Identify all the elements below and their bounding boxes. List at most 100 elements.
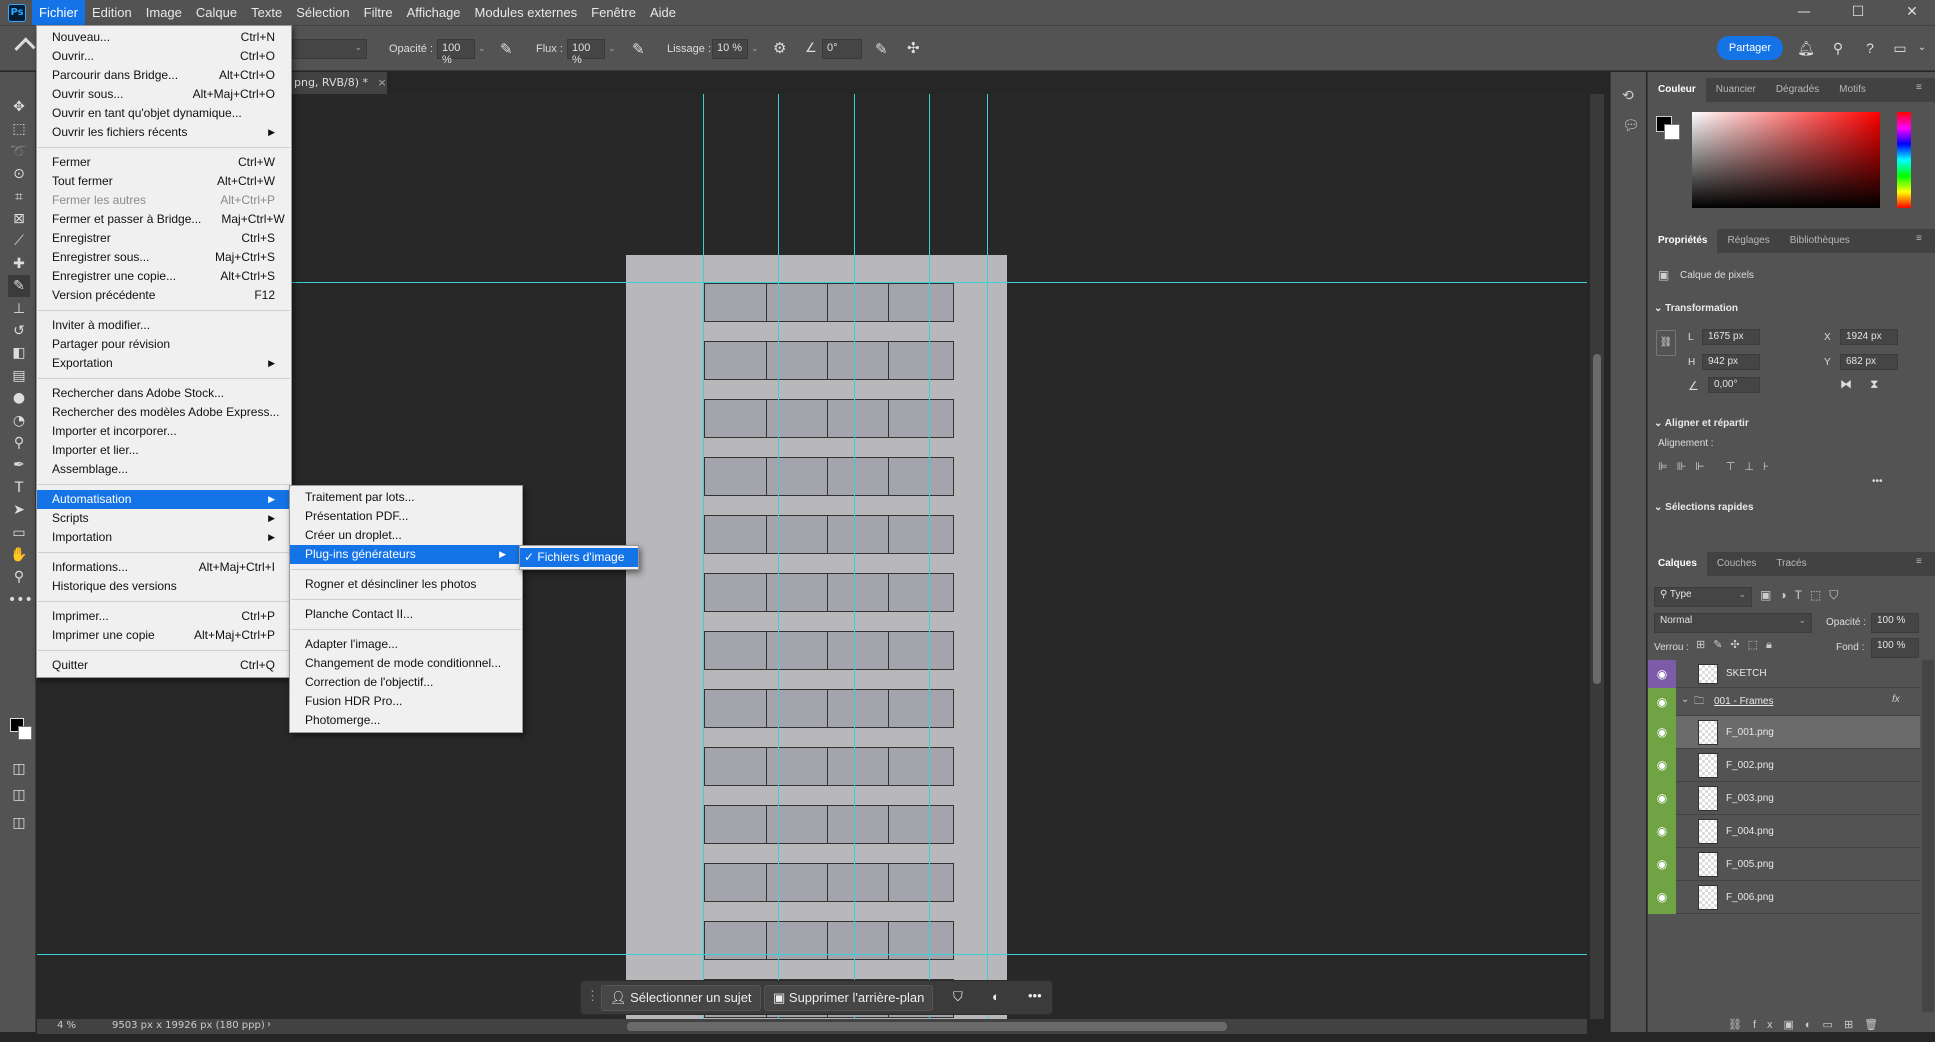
panel-menu-icon[interactable]: ≡ xyxy=(1916,82,1922,93)
menu-item-fermer-et-passer-a-bridge[interactable]: Fermer et passer à Bridge... Maj+Ctrl+W xyxy=(37,210,291,229)
frame-swap-icon[interactable]: ◫ xyxy=(8,812,30,834)
select-subject-button[interactable]: 👤︎ Sélectionner un sujet xyxy=(601,985,761,1011)
menu-calque[interactable]: Calque xyxy=(189,0,244,25)
blur-tool-icon[interactable]: ● xyxy=(8,387,30,409)
menu-item-imprimer-une-copie[interactable]: Imprimer une copie Alt+Maj+Ctrl+P xyxy=(37,626,291,645)
fill-input[interactable]: 100 % xyxy=(1871,638,1919,658)
preset-picker[interactable]: ⌄ xyxy=(292,39,367,59)
search-icon[interactable]: ⚲ xyxy=(1828,38,1848,58)
menu-item-parcourir-dans-bridge[interactable]: Parcourir dans Bridge... Alt+Ctrl+O xyxy=(37,66,291,85)
tab-bibliotheques[interactable]: Bibliothèques xyxy=(1780,229,1860,253)
move-tool-icon[interactable]: ✥ xyxy=(8,96,30,118)
chevron-down-icon[interactable]: ⌄ xyxy=(608,43,616,54)
layer-filter-select[interactable]: ⚲ Type ⌄ xyxy=(1654,587,1752,607)
mask-icon[interactable]: ◐ xyxy=(992,989,1000,1004)
layer-row[interactable]: ◉ F_005.png xyxy=(1648,848,1920,881)
home-icon[interactable] xyxy=(14,37,36,59)
flip-vertical-icon[interactable]: ⧗ xyxy=(1870,377,1878,392)
menu-item-adapter-l-image[interactable]: Adapter l'image... xyxy=(290,635,522,654)
tab-couches[interactable]: Couches xyxy=(1707,552,1766,576)
zoom-tool-icon[interactable]: ⚲ xyxy=(8,566,30,588)
layers-scrollbar[interactable] xyxy=(1922,660,1934,1012)
history-brush-icon[interactable]: ↺ xyxy=(8,320,30,342)
layer-row[interactable]: ◉ ⌄ 🗀︎ fx 001 - Frames xyxy=(1648,688,1920,716)
eyedropper-tool-icon[interactable]: ⟋ xyxy=(8,230,30,252)
drag-handle-icon[interactable]: ⋮ xyxy=(586,988,599,1004)
menu-item-inviter-a-modifier[interactable]: Inviter à modifier... xyxy=(37,316,291,335)
menu-item-ouvrir-en-tant-qu-objet-dynamique[interactable]: Ouvrir en tant qu'objet dynamique... xyxy=(37,104,291,123)
comments-icon[interactable]: 💬︎ xyxy=(1622,118,1640,134)
layer-action-icons[interactable]: ⛓fx▣◐▭⊞🗑︎ xyxy=(1728,1018,1889,1031)
pen-tool-icon[interactable]: ✒ xyxy=(8,454,30,476)
menu-item-rechercher-des-modeles-adobe-express[interactable]: Rechercher des modèles Adobe Express... xyxy=(37,403,291,422)
flow-input[interactable]: 100 % xyxy=(567,39,605,66)
frame-tool-icon[interactable]: ⊠ xyxy=(8,208,30,230)
menu-item-automatisation[interactable]: Automatisation ▶ xyxy=(37,490,291,509)
more-icon[interactable]: ••• xyxy=(1872,476,1883,487)
marquee-tool-icon[interactable]: ⬚ xyxy=(8,118,30,140)
menu-item-fusion-hdr-pro[interactable]: Fusion HDR Pro... xyxy=(290,692,522,711)
gear-icon[interactable]: ⚙ xyxy=(773,39,786,57)
menu-item-tout-fermer[interactable]: Tout fermer Alt+Ctrl+W xyxy=(37,172,291,191)
menu-texte[interactable]: Texte xyxy=(244,0,289,25)
pressure-size-icon[interactable]: ✎ xyxy=(875,40,888,58)
zoom-level[interactable]: 4 % xyxy=(57,1020,76,1031)
help-icon[interactable]: ? xyxy=(1860,38,1880,58)
tab-motifs[interactable]: Motifs xyxy=(1829,78,1876,102)
background-color-swatch[interactable] xyxy=(1664,124,1680,140)
layer-row[interactable]: ◉ F_001.png xyxy=(1648,716,1920,749)
chevron-down-icon[interactable]: ⌄ xyxy=(1912,38,1932,58)
chevron-down-icon[interactable]: ⌄ xyxy=(751,43,759,54)
tab-couleur[interactable]: Couleur xyxy=(1648,78,1706,102)
rectangle-tool-icon[interactable]: ▭ xyxy=(8,522,30,544)
document-tab[interactable]: png, RVB/8) * × xyxy=(292,72,387,94)
blend-mode-select[interactable]: Normal ⌄ xyxy=(1654,613,1812,633)
link-icon[interactable]: ⛓ xyxy=(1656,330,1676,356)
pressure-opacity-icon[interactable]: ✎ xyxy=(500,40,513,58)
type-tool-icon[interactable]: T xyxy=(8,477,30,499)
eye-icon[interactable]: ◉ xyxy=(1648,688,1676,716)
lasso-tool-icon[interactable]: ➰ xyxy=(8,141,30,163)
menu-item-enregistrer[interactable]: Enregistrer Ctrl+S xyxy=(37,229,291,248)
menu-fenetre[interactable]: Fenêtre xyxy=(584,0,643,25)
chevron-right-icon[interactable]: › xyxy=(267,1019,271,1030)
eye-icon[interactable]: ◉ xyxy=(1648,848,1676,881)
menu-item-nouveau[interactable]: Nouveau... Ctrl+N xyxy=(37,28,291,47)
menu-item-correction-de-l-objectif[interactable]: Correction de l'objectif... xyxy=(290,673,522,692)
eye-icon[interactable]: ◉ xyxy=(1648,782,1676,815)
more-icon[interactable]: ••• xyxy=(1028,988,1042,1003)
tab-traces[interactable]: Tracés xyxy=(1766,552,1816,576)
rotation-input[interactable]: 0,00° xyxy=(1708,377,1760,393)
menu-item-ouvrir-les-fichiers-recents[interactable]: Ouvrir les fichiers récents ▶ xyxy=(37,123,291,142)
eye-icon[interactable]: ◉ xyxy=(1648,749,1676,782)
menu-item-rogner-et-desincliner-les-photos[interactable]: Rogner et désincliner les photos xyxy=(290,575,522,594)
crop-tool-icon[interactable]: ⌗ xyxy=(8,186,30,208)
chevron-down-icon[interactable]: ⌄ xyxy=(478,43,486,54)
tab-degrades[interactable]: Dégradés xyxy=(1766,78,1829,102)
layer-row[interactable]: ◉ F_004.png xyxy=(1648,815,1920,848)
layer-filter-icons[interactable]: ▣◑T⬚⛉ xyxy=(1760,588,1846,603)
menu-item-informations[interactable]: Informations... Alt+Maj+Ctrl+I xyxy=(37,558,291,577)
eye-icon[interactable]: ◉ xyxy=(1648,660,1676,688)
brush-tool-icon[interactable]: ✎ xyxy=(8,275,30,298)
menu-item-importer-et-lier[interactable]: Importer et lier... xyxy=(37,441,291,460)
menu-item-enregistrer-sous[interactable]: Enregistrer sous... Maj+Ctrl+S xyxy=(37,248,291,267)
tab-calques[interactable]: Calques xyxy=(1648,552,1707,576)
maximize-button[interactable]: ☐ xyxy=(1835,0,1881,25)
align-section[interactable]: ⌄ Aligner et répartir xyxy=(1654,418,1749,429)
tab-nuancier[interactable]: Nuancier xyxy=(1706,78,1766,102)
menu-item-planche-contact-ii[interactable]: Planche Contact II... xyxy=(290,605,522,624)
gradient-tool-icon[interactable]: ▤ xyxy=(8,365,30,387)
clone-stamp-icon[interactable]: ⊥ xyxy=(8,298,30,320)
color-field[interactable] xyxy=(1692,112,1880,208)
menu-item-image-assets[interactable]: ✓ Fichiers d'image xyxy=(520,548,638,567)
menu-selection[interactable]: Sélection xyxy=(289,0,356,25)
close-tab-icon[interactable]: × xyxy=(378,76,387,89)
layer-row[interactable]: ◉ F_003.png xyxy=(1648,782,1920,815)
remove-background-button[interactable]: ▣ Supprimer l'arrière-plan xyxy=(764,985,934,1011)
path-select-icon[interactable]: ➤ xyxy=(8,499,30,521)
zoom-lens-icon[interactable]: ⚲ xyxy=(8,432,30,454)
menu-item-quitter[interactable]: Quitter Ctrl+Q xyxy=(37,656,291,675)
align-buttons[interactable]: ⊫⊪⊩ ⊤⊥⊦ xyxy=(1658,460,1778,473)
hand-tool-icon[interactable]: ✋ xyxy=(8,544,30,566)
